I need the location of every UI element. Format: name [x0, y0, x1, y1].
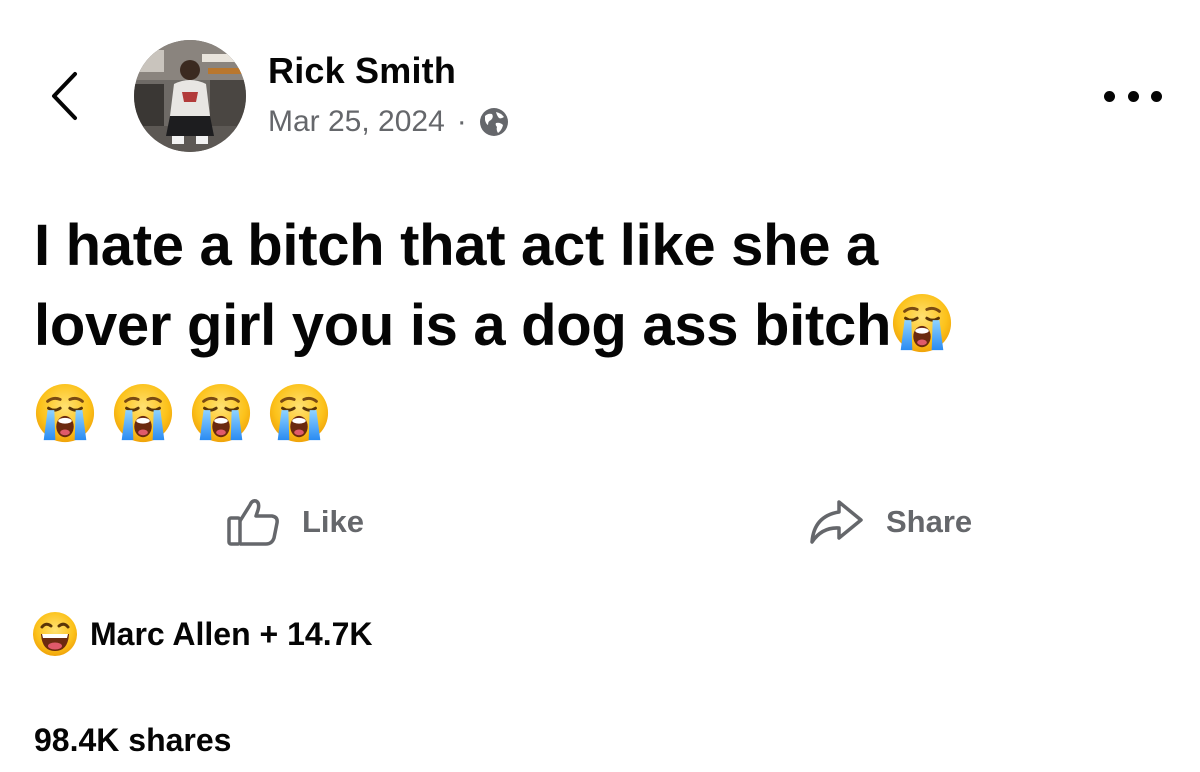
meta-separator: · [456, 105, 467, 138]
author-name[interactable]: Rick Smith [268, 50, 456, 92]
loudly-crying-face-icon [34, 382, 96, 444]
post-date[interactable]: Mar 25, 2024 [268, 105, 445, 139]
more-horizontal-icon [1104, 90, 1115, 102]
loudly-crying-face-icon [190, 382, 252, 444]
like-button[interactable]: Like [226, 492, 364, 552]
chevron-left-icon [52, 72, 77, 120]
post-text: I hate a bitch that act like she a lover… [34, 206, 1164, 366]
share-arrow-icon [810, 500, 863, 544]
reactions-summary[interactable]: Marc Allen + 14.7K [32, 610, 373, 658]
loudly-crying-face-icon [891, 292, 953, 354]
share-label: Share [886, 504, 973, 539]
loudly-crying-face-icon [268, 382, 330, 444]
more-horizontal-icon [1127, 90, 1139, 102]
like-label: Like [302, 504, 365, 539]
back-button[interactable] [40, 68, 88, 124]
post-text-line-2: lover girl you is a dog ass bitch [34, 286, 1164, 366]
post-text-line-1: I hate a bitch that act like she a [34, 213, 878, 278]
more-options-button[interactable] [1096, 78, 1170, 114]
thumbs-up-icon [227, 499, 279, 546]
loudly-crying-face-icon [112, 382, 174, 444]
emoji-row [34, 381, 346, 445]
post-meta: Mar 25, 2024 · [268, 102, 509, 142]
reactions-text: Marc Allen + 14.7K [90, 615, 373, 652]
haha-reaction-icon [33, 612, 77, 656]
avatar[interactable] [134, 40, 246, 152]
profile-photo [134, 40, 246, 152]
shares-count[interactable]: 98.4K shares [34, 722, 231, 759]
more-horizontal-icon [1151, 90, 1162, 102]
share-button[interactable]: Share [808, 492, 972, 552]
post-text-line-2-text: lover girl you is a dog ass bitch [34, 293, 892, 358]
globe-icon [479, 108, 508, 136]
